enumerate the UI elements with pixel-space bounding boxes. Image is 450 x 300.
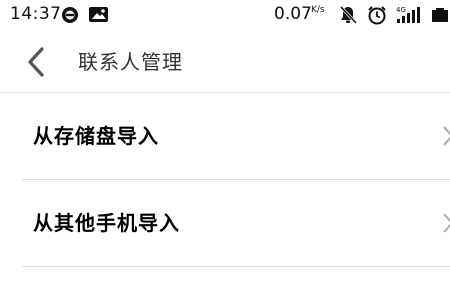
chevron-right-icon [443,126,450,146]
list-item-label: 从其他手机导入 [33,211,180,235]
network-speed-unit: K/s [311,5,325,15]
back-button[interactable] [18,42,58,82]
chevron-left-icon [28,47,44,77]
mute-bell-icon [339,5,358,25]
divider [22,266,450,267]
notification-circle-icon [62,7,78,23]
battery-icon [432,8,448,22]
page-title: 联系人管理 [78,50,183,74]
gallery-notification-icon [89,7,108,22]
list-item-import-from-other-phone[interactable]: 从其他手机导入 [0,180,450,266]
status-bar: 14:37 0.07 K/s 4G [0,0,450,30]
chevron-right-icon [443,213,450,233]
list-item-import-from-storage[interactable]: 从存储盘导入 [0,93,450,179]
network-speed-value: 0.07 [274,4,312,24]
list-item-label: 从存储盘导入 [33,124,159,148]
title-bar: 联系人管理 [0,30,450,93]
alarm-icon [368,6,386,25]
status-time: 14:37 [10,4,62,24]
signal-icon: 4G [396,6,420,23]
network-type-label: 4G [396,6,406,14]
